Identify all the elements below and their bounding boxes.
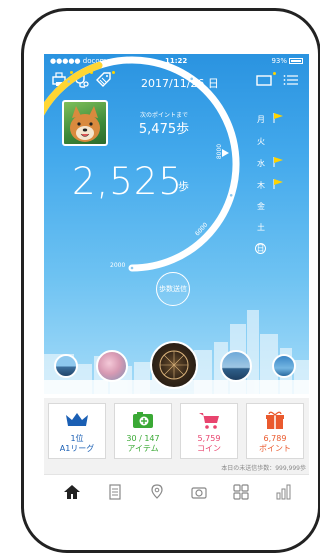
flag-icon xyxy=(273,113,283,123)
points-tile[interactable]: 6,789 ポイント xyxy=(246,403,304,459)
weekday-thu: 木 xyxy=(257,181,265,190)
notes-icon[interactable] xyxy=(106,483,124,501)
weekday-wed: 水 xyxy=(257,159,265,168)
unsent-steps-note: 本日の未送信歩数：999,999歩 xyxy=(221,465,306,472)
arc-tick-mark xyxy=(229,194,233,197)
map-pin-icon[interactable] xyxy=(148,483,166,501)
flag-icon xyxy=(273,157,283,167)
crown-icon xyxy=(66,413,88,426)
coins-value: 5,759 xyxy=(197,434,221,443)
cart-icon xyxy=(199,413,219,429)
items-tile[interactable]: 30 / 147 アイテム xyxy=(114,403,172,459)
tab-bar xyxy=(44,474,309,509)
points-label: ポイント xyxy=(259,444,291,453)
weekday-mon: 月 xyxy=(257,115,265,124)
step-unit: 歩 xyxy=(178,180,189,193)
tick-label-2000: 2000 xyxy=(110,262,126,269)
weekday-sat: 土 xyxy=(257,223,265,232)
items-value: 30 / 147 xyxy=(126,434,160,443)
coast-photo[interactable] xyxy=(54,354,78,378)
camera-plus-icon xyxy=(133,412,153,428)
flag-icon xyxy=(273,179,283,189)
ranking-tile[interactable]: 1位 A1リーグ xyxy=(48,403,106,459)
gift-icon xyxy=(266,411,284,429)
ferris-wheel-graphic xyxy=(159,350,189,380)
grid-icon[interactable] xyxy=(232,483,250,501)
send-steps-button[interactable]: 歩数送信 xyxy=(156,272,190,306)
app-screen: ●●●●● docomo LTE 11:22 93% 2017/11/26 日 xyxy=(44,54,309,509)
weekday-tue: 火 xyxy=(257,137,265,146)
arc-tick-mark xyxy=(130,266,134,270)
cherry-blossom-photo[interactable] xyxy=(96,350,128,382)
coins-label: コイン xyxy=(197,444,221,453)
ranking-label: A1リーグ xyxy=(59,444,95,453)
home-icon[interactable] xyxy=(63,483,81,501)
weekday-fri: 金 xyxy=(257,202,265,211)
ferris-wheel-photo[interactable] xyxy=(150,341,198,389)
items-label: アイテム xyxy=(127,444,159,453)
coins-tile[interactable]: 5,759 コイン xyxy=(180,403,238,459)
bar-chart-icon[interactable] xyxy=(274,483,292,501)
bridge-photo[interactable] xyxy=(220,350,252,382)
camera-icon[interactable] xyxy=(190,483,208,501)
arc-tick-mark xyxy=(67,80,70,83)
step-count: 2,525 xyxy=(72,160,183,203)
points-value: 6,789 xyxy=(263,434,287,443)
ranking-value: 1位 xyxy=(70,434,84,443)
tick-label-8000: 8000 xyxy=(216,143,224,160)
arc-tick-mark xyxy=(190,77,193,81)
palm-tree-photo[interactable] xyxy=(272,354,296,378)
weekday-sun-today: 日 xyxy=(255,243,266,254)
